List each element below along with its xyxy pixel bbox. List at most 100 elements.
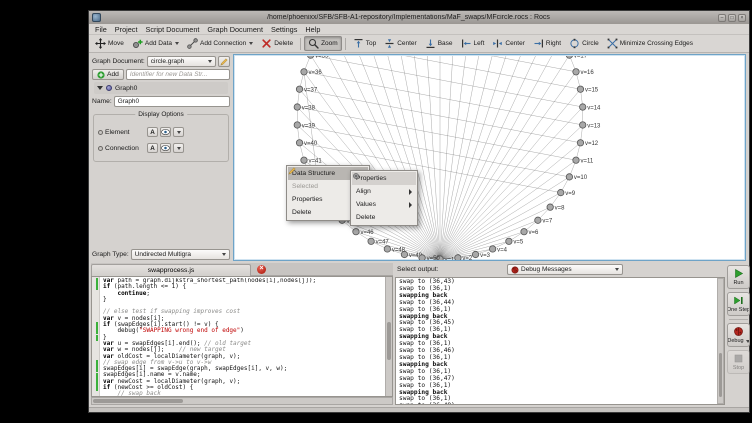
graph-document-select[interactable]: circle.graph: [147, 56, 216, 67]
edit-document-button[interactable]: [218, 56, 230, 67]
menu-file[interactable]: File: [91, 25, 111, 34]
scrollbar-thumb[interactable]: [93, 399, 183, 403]
menu-project[interactable]: Project: [111, 25, 142, 34]
code-area[interactable]: var path = graph.dijkstra_shortest_path(…: [101, 278, 384, 396]
graph-node[interactable]: [472, 251, 478, 257]
tree-item-graph0[interactable]: Graph0: [94, 82, 228, 94]
graph-node[interactable]: [294, 104, 300, 110]
menu-script-document[interactable]: Script Document: [141, 25, 203, 34]
maximize-button[interactable]: □: [728, 14, 736, 22]
graph-node[interactable]: [558, 189, 564, 195]
align-circle-button[interactable]: Circle: [565, 36, 603, 51]
stop-button[interactable]: Stop: [727, 350, 750, 374]
submenu-values[interactable]: Values: [352, 198, 416, 211]
menu-graph-document[interactable]: Graph Document: [203, 25, 267, 34]
graph-node[interactable]: [296, 140, 302, 146]
graph-node[interactable]: [566, 56, 572, 58]
close-button[interactable]: ×: [738, 14, 746, 22]
graph-node[interactable]: [384, 246, 390, 252]
minimize-crossing-edges-button[interactable]: Minimize Crossing Edges: [603, 36, 697, 51]
align-right-button[interactable]: Right: [529, 36, 565, 51]
graph-node[interactable]: [580, 122, 586, 128]
align-hcenter-button[interactable]: Center: [488, 36, 529, 51]
graph-edge[interactable]: [440, 56, 476, 259]
graph-node[interactable]: [368, 238, 374, 244]
align-top-button[interactable]: Top: [349, 36, 380, 51]
graph-node[interactable]: [419, 255, 425, 261]
graph-node[interactable]: [521, 228, 527, 234]
graph-type-select[interactable]: Undirected Multigra: [131, 249, 230, 260]
editor-hscrollbar[interactable]: [91, 397, 393, 405]
expander-icon[interactable]: [97, 86, 103, 90]
graph-node[interactable]: [547, 204, 553, 210]
graph-edge[interactable]: [440, 56, 561, 259]
pencil-icon: [220, 58, 228, 66]
graph-edge[interactable]: [440, 89, 580, 259]
graph-node[interactable]: [294, 122, 300, 128]
scrollbar-thumb[interactable]: [719, 353, 722, 396]
bottom-panel: swapprocess.js × var path = graph.dijkst…: [89, 263, 749, 409]
element-visibility-toggle[interactable]: [160, 127, 171, 137]
add-connection-button[interactable]: Add Connection: [183, 36, 257, 51]
graph-edge[interactable]: [422, 56, 440, 259]
graph-edge[interactable]: [330, 56, 576, 72]
connection-visibility-toggle[interactable]: [160, 143, 171, 153]
debug-button[interactable]: Debug: [727, 323, 750, 347]
graph-edge[interactable]: [440, 56, 458, 259]
menu-settings[interactable]: Settings: [267, 25, 301, 34]
graph-node[interactable]: [455, 255, 461, 261]
titlebar[interactable]: /home/phoenixx/SFB/SFB-A1-repository/Imp…: [89, 11, 749, 24]
connection-names-toggle[interactable]: A: [147, 143, 158, 153]
move-button[interactable]: Move: [91, 36, 128, 51]
graph-edge[interactable]: [297, 107, 576, 160]
zoom-button[interactable]: Zoom: [304, 36, 342, 51]
align-circle-icon: [569, 38, 580, 49]
graph-edge[interactable]: [319, 56, 580, 89]
graph-node[interactable]: [506, 238, 512, 244]
one-step-button[interactable]: One Step: [727, 292, 750, 316]
delete-button[interactable]: Delete: [257, 36, 297, 51]
console-vscrollbar[interactable]: [717, 278, 724, 404]
graph-node[interactable]: [580, 104, 586, 110]
align-vcenter-button[interactable]: Center: [380, 36, 421, 51]
tab-swapprocess[interactable]: swapprocess.js: [91, 264, 251, 276]
graph-edge[interactable]: [304, 72, 583, 125]
align-left-button[interactable]: Left: [457, 36, 489, 51]
identifier-input[interactable]: Identifier for new Data Str...: [126, 69, 230, 80]
script-editor[interactable]: var path = graph.dijkstra_shortest_path(…: [91, 276, 393, 397]
debug-output-console[interactable]: swap to (36,43)swap to (36,1)swapping ba…: [395, 277, 725, 405]
minimize-button[interactable]: –: [718, 14, 726, 22]
align-base-button[interactable]: Base: [421, 36, 457, 51]
graph-node[interactable]: [353, 228, 359, 234]
submenu-properties[interactable]: Properties: [352, 172, 416, 185]
graph-node[interactable]: [296, 86, 302, 92]
graph-node[interactable]: [577, 86, 583, 92]
name-input[interactable]: Graph0: [114, 96, 230, 107]
connection-value-select[interactable]: [173, 143, 184, 153]
editor-vscrollbar[interactable]: [385, 277, 392, 396]
graph-edge[interactable]: [404, 56, 440, 259]
graph-node[interactable]: [566, 174, 572, 180]
run-button[interactable]: Run: [727, 265, 750, 289]
output-channel-select[interactable]: Debug Messages: [507, 264, 623, 275]
graph-node[interactable]: [535, 217, 541, 223]
graph-node[interactable]: [573, 69, 579, 75]
connection-display-row: Connection A: [98, 141, 224, 155]
graph-node[interactable]: [577, 140, 583, 146]
element-names-toggle[interactable]: A: [147, 127, 158, 137]
close-tab-button[interactable]: ×: [257, 265, 266, 274]
submenu-align[interactable]: Align: [352, 185, 416, 198]
graph-node[interactable]: [301, 157, 307, 163]
graph-node[interactable]: [573, 157, 579, 163]
graph-canvas[interactable]: v=1v=2v=3v=4v=5v=6v=7v=8v=9v=10v=11v=12v…: [233, 54, 746, 261]
element-value-select[interactable]: [173, 127, 184, 137]
menu-help[interactable]: Help: [301, 25, 324, 34]
add-data-button[interactable]: Add Data: [128, 36, 183, 51]
graph-node[interactable]: [401, 251, 407, 257]
graph-node[interactable]: [307, 56, 313, 58]
graph-node[interactable]: [301, 69, 307, 75]
graph-node[interactable]: [489, 246, 495, 252]
add-data-structure-button[interactable]: Add: [92, 69, 124, 80]
scrollbar-thumb[interactable]: [387, 322, 391, 360]
submenu-delete[interactable]: Delete: [352, 211, 416, 224]
